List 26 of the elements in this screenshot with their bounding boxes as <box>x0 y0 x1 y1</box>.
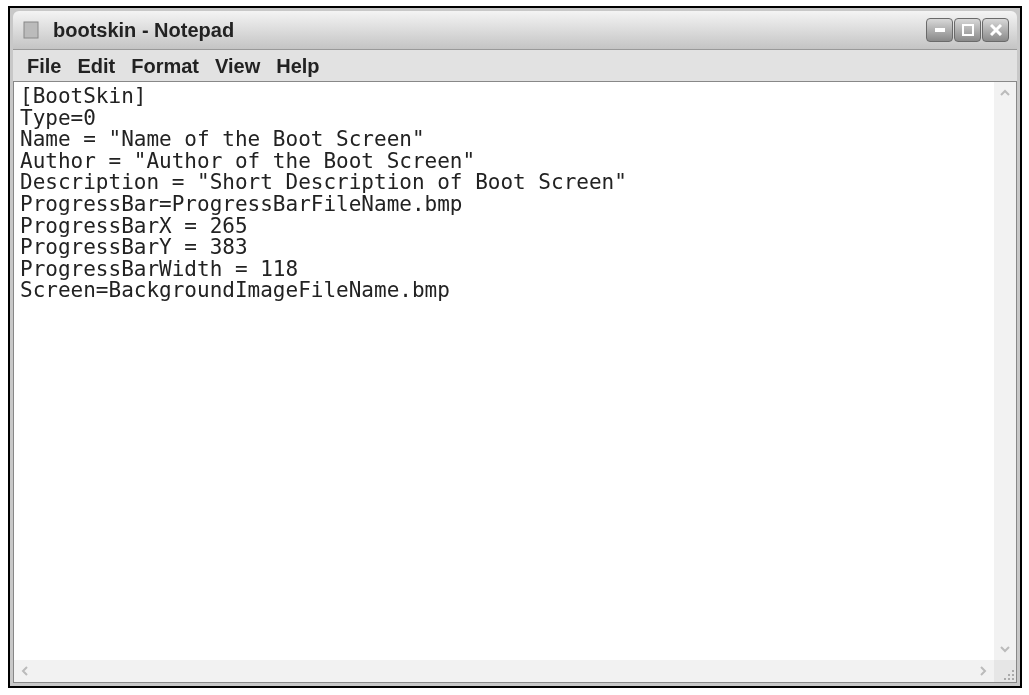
menu-item[interactable]: File <box>21 50 68 81</box>
text-line: [BootSkin] <box>20 86 147 108</box>
close-icon <box>989 24 1002 36</box>
notepad-icon <box>21 20 41 40</box>
text-line: ProgressBar=ProgressBarFileName.bmp <box>20 193 463 216</box>
window-title: bootskin - Notepad <box>53 18 235 43</box>
text-line: Description = "Short Description of Boot Screen" <box>20 172 627 194</box>
minimize-button[interactable] <box>926 18 953 42</box>
text-line: Screen=BackgroundImageFileName.bmp <box>20 280 450 302</box>
text-line: ProgressBarY = 383 <box>20 237 248 259</box>
menu-item[interactable]: Format <box>125 50 206 81</box>
text-line: ProgressBarX = 265 <box>20 215 248 238</box>
text-line: Name = "Name of the Boot Screen" <box>20 129 425 151</box>
menu-item[interactable]: Help <box>270 50 326 81</box>
maximize-button[interactable] <box>954 18 981 42</box>
menu-item[interactable]: View <box>209 50 267 81</box>
maximize-icon <box>961 24 974 36</box>
text-line: ProgressBarWidth = 118 <box>20 258 299 281</box>
text-line: Author = "Author of the Boot Screen" <box>20 150 476 173</box>
menu-item[interactable]: Edit <box>71 50 122 81</box>
vertical-scrollbar[interactable] <box>994 82 1016 660</box>
horizontal-scrollbar[interactable] <box>14 660 994 682</box>
resize-grip-icon[interactable] <box>1002 668 1016 682</box>
close-button[interactable] <box>982 18 1009 42</box>
text-line: Type=0 <box>20 107 96 130</box>
minimize-icon <box>934 28 945 32</box>
